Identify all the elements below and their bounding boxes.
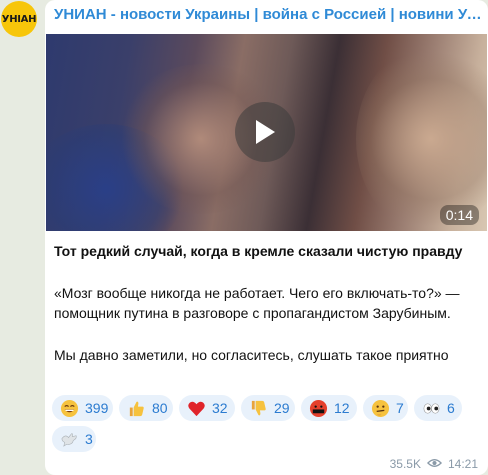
reaction-cursing-face[interactable]: 12 bbox=[301, 395, 357, 421]
eyes-icon bbox=[422, 399, 441, 418]
grin-icon bbox=[60, 399, 79, 418]
reaction-thumbs-down[interactable]: 29 bbox=[241, 395, 295, 421]
reaction-dove[interactable]: 3 bbox=[52, 426, 96, 452]
cursing-face-icon bbox=[309, 399, 328, 418]
reaction-count: 12 bbox=[334, 400, 350, 416]
channel-name[interactable]: УНИАН - новости Украины | война с Россие… bbox=[54, 6, 484, 23]
reaction-heart[interactable]: 32 bbox=[179, 395, 235, 421]
avatar-logo-text: УНІАН bbox=[1, 13, 37, 25]
thumbs-up-icon bbox=[127, 399, 146, 418]
thinking-face-icon bbox=[371, 399, 390, 418]
reaction-count: 6 bbox=[447, 400, 455, 416]
message-time: 14:21 bbox=[447, 457, 478, 471]
video-duration: 0:14 bbox=[439, 205, 479, 225]
reaction-count: 399 bbox=[85, 400, 109, 416]
eye-icon bbox=[426, 457, 442, 471]
channel-avatar[interactable]: УНІАН bbox=[1, 1, 37, 37]
message-quote: «Мозг вообще никогда не работает. Чего е… bbox=[54, 285, 460, 321]
play-button[interactable] bbox=[235, 102, 295, 162]
reaction-count: 80 bbox=[152, 400, 168, 416]
reaction-count: 3 bbox=[85, 431, 93, 447]
reaction-count: 29 bbox=[274, 400, 290, 416]
reaction-thumbs-up[interactable]: 80 bbox=[119, 395, 173, 421]
reaction-thinking-face[interactable]: 7 bbox=[363, 395, 408, 421]
reaction-eyes[interactable]: 6 bbox=[414, 395, 462, 421]
dove-icon bbox=[60, 430, 79, 449]
reaction-grin[interactable]: 399 bbox=[52, 395, 113, 421]
message-title: Тот редкий случай, когда в кремле сказал… bbox=[54, 243, 463, 259]
heart-icon bbox=[187, 399, 206, 418]
message-closing: Мы давно заметили, но согласитесь, слуша… bbox=[54, 347, 449, 363]
play-icon bbox=[256, 120, 275, 144]
message-bubble: УНИАН - новости Украины | война с Россие… bbox=[45, 0, 488, 475]
reaction-count: 7 bbox=[396, 400, 404, 416]
video-thumbnail[interactable]: 0:14 bbox=[46, 34, 487, 231]
thumbs-down-icon bbox=[249, 399, 268, 418]
reaction-count: 32 bbox=[212, 400, 228, 416]
view-count: 35.5K bbox=[389, 457, 421, 471]
message-meta: 35.5K 14:21 bbox=[390, 457, 478, 471]
